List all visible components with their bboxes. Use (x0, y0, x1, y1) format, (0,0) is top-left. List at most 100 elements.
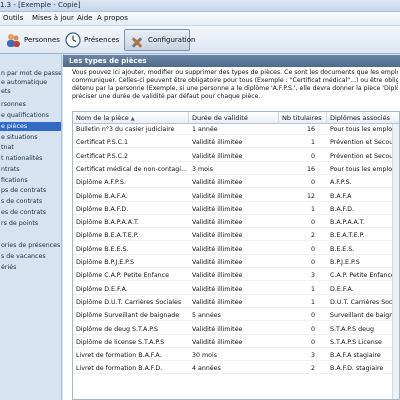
sidebar-item-automatique[interactable]: e automatique (0, 78, 61, 87)
cell-diplomas: B.P.J.E.P.S (330, 259, 360, 266)
cell-diplomas: S.T.A.P.S License (330, 338, 382, 346)
sidebar-item-s-contrats[interactable]: s de contrats (0, 197, 61, 206)
cell-diplomas: B.A.F.D. (330, 205, 354, 213)
cell-diplomas: D.E.F.A. (330, 285, 354, 293)
column-header-name-label: Nom de la pièce (76, 114, 129, 122)
sidebar-item-pieces[interactable]: e pièces (0, 122, 61, 131)
cell-validity: 4 années (192, 365, 221, 373)
sidebar-item-tnat[interactable]: tnat (0, 143, 61, 152)
cell-count: 1 (310, 285, 315, 293)
cell-validity: 3 mois (192, 165, 214, 173)
table-row[interactable]: Diplôme Surveillant de baignade 5 années 0… (73, 311, 399, 322)
cell-count: 0 (310, 219, 315, 227)
table-row[interactable]: Diplôme D.U.T. Carrières Sociales Validit… (73, 298, 399, 308)
cell-validity: Validité illimitée (192, 325, 243, 333)
configuration-label: Configuration (148, 36, 196, 44)
cell-diplomas: B.A.F.A (330, 192, 352, 200)
cell-name: Bulletin n°3 du casier judiciaire (76, 126, 175, 133)
configuration-button[interactable]: Configuration (124, 29, 195, 51)
column-header-name[interactable]: Nom de la pièce ▲ (73, 112, 189, 124)
table-row[interactable]: Certificat médical de non-contagi... 3 mo… (73, 165, 399, 175)
sidebar-item-contrats[interactable]: ntrats (0, 165, 61, 174)
table-row[interactable]: Bulletin n°3 du casier judiciaire 1 année… (73, 125, 399, 135)
sidebar-item-points[interactable]: rs de points (0, 219, 61, 228)
cell-validity: Validité illimitée (192, 205, 243, 213)
table-row[interactable]: Diplôme B.A.F.D. Validité illimitée 1 B.A.F… (73, 205, 399, 215)
cell-count: 3 (310, 352, 315, 360)
sidebar-item-vacances[interactable]: s de vacances (0, 252, 61, 261)
personnes-button[interactable]: Personnes (0, 29, 65, 51)
cell-name: Diplôme de license S.T.A.P.S (76, 338, 165, 346)
table-row[interactable]: Diplôme B.E.E.S. Validité illimitée 0 B.E.E… (73, 245, 399, 255)
cell-validity: 1 année (192, 126, 218, 133)
table-row[interactable]: Livret de formation B.A.F.D. 4 années 2 B.A… (73, 364, 399, 375)
cell-count: 2 (310, 365, 315, 373)
cell-validity: Validité illimitée (192, 285, 243, 293)
menu-bar: Outils Mises à jour Aide A propos (0, 12, 400, 26)
cell-count: 0 (310, 179, 315, 187)
description-line: communiquer. Celles-ci peuvent être obli… (72, 77, 398, 84)
table-row[interactable]: Diplôme B.A.P.A.A.T. Validité illimitée 0 B… (73, 218, 399, 229)
table-row[interactable]: Diplôme C.A.P. Petite Enfance Validité il… (73, 271, 399, 282)
sidebar-item-personnes[interactable]: rsonnes (0, 100, 61, 109)
cell-name: Diplôme Surveillant de baignade (76, 312, 180, 320)
cell-name: Diplôme B.A.F.D. (76, 205, 129, 213)
sidebar-item-types-contrats[interactable]: ps de contrats (0, 186, 61, 195)
cell-count: 16 (306, 165, 315, 173)
sidebar-item-blank (0, 230, 61, 239)
table-row[interactable]: Diplôme de deug S.T.A.P.S Validité illimi… (73, 325, 399, 335)
vertical-scrollbar[interactable] (392, 124, 399, 399)
description-line: préciser une durée de validité par défau… (72, 93, 261, 100)
column-header-validity[interactable]: Durée de validité (189, 112, 279, 124)
cell-name: Diplôme de deug S.T.A.P.S (76, 325, 159, 333)
table-row[interactable]: Certificat P.S.C.2 Validité illimitée 0 Pré… (73, 152, 399, 162)
menu-a-propos[interactable]: A propos (97, 14, 128, 22)
table-row[interactable]: Diplôme D.E.F.A. Validité illimitée 1 D.E.F… (73, 285, 399, 295)
cell-name: Certificat P.S.C.2 (76, 152, 129, 160)
sidebar-item-fications[interactable]: fications (0, 176, 61, 185)
table-row[interactable]: Diplôme B.E.A.T.E.P. Validité illimitée 2 B… (73, 231, 399, 242)
sidebar-item-ets[interactable]: ets (0, 87, 61, 96)
cell-validity: Validité illimitée (192, 338, 243, 346)
cell-name: Diplôme D.U.T. Carrières Sociales (76, 298, 182, 306)
table-row[interactable]: Diplôme B.P.J.E.P.S Validité illimitée 0 B.… (73, 258, 399, 268)
cell-diplomas: C.A.P. Petite Enfance (330, 272, 395, 280)
presences-label: Présences (84, 36, 120, 44)
cell-name: Diplôme B.P.J.E.P.S (76, 259, 134, 266)
sidebar-item-qualifications[interactable]: e qualifications (0, 111, 61, 120)
cell-diplomas: A.F.P.S. (330, 179, 352, 187)
cell-validity: Validité illimitée (192, 179, 243, 187)
cell-name: Diplôme B.E.E.S. (76, 245, 129, 253)
sidebar-item-situations[interactable]: e situations (0, 133, 61, 142)
table-row[interactable]: Certificat P.S.C.1 Validité illimitée 1 Pré… (73, 138, 399, 149)
main-panel: Les types de pièces Vous pouvez ici ajou… (63, 55, 400, 400)
cell-name: Certificat médical de non-contagi... (76, 165, 188, 173)
column-header-count[interactable]: Nb titulaires (279, 112, 327, 124)
cell-validity: 5 années (192, 312, 221, 320)
cell-validity: Validité illimitée (192, 192, 243, 200)
sidebar: n par mot de passe e automatique ets rso… (0, 55, 62, 400)
cell-count: 0 (310, 338, 315, 346)
sidebar-item-mot-de-passe[interactable]: n par mot de passe (0, 69, 61, 78)
clock-icon (65, 32, 81, 48)
sidebar-item-presences[interactable]: ories de présences (0, 241, 61, 250)
table-row[interactable]: Diplôme de license S.T.A.P.S Validité ill… (73, 338, 399, 348)
sidebar-item-es-contrats[interactable]: es de contrats (0, 208, 61, 217)
column-header-diplomas[interactable]: Diplômes associés (327, 112, 399, 124)
table-row[interactable]: Livret de formation B.A.F.A. 30 mois 3 B.A.… (73, 351, 399, 362)
table-row[interactable]: Diplôme A.F.P.S. Validité illimitée 0 A.F.P… (73, 178, 399, 189)
table-row[interactable]: Diplôme B.A.F.A. Validité illimitée 12 B.A.… (73, 192, 399, 202)
presences-button[interactable]: Présences (60, 29, 124, 51)
cell-diplomas: Pour tous les employés (330, 165, 397, 173)
menu-aide[interactable]: Aide (77, 14, 92, 22)
section-title: Les types de pièces (63, 55, 400, 67)
menu-outils[interactable]: Outils (3, 14, 23, 22)
menu-mises-a-jour[interactable]: Mises à jour (32, 14, 74, 22)
cell-diplomas: B.E.E.S. (330, 245, 355, 253)
description-line: Vous pouvez ici ajouter, modifier ou sup… (72, 69, 398, 76)
cell-count: 16 (306, 126, 315, 133)
sort-asc-icon: ▲ (130, 116, 135, 122)
cell-count: 1 (310, 139, 315, 147)
sidebar-item-feries[interactable]: ériés (0, 263, 61, 272)
sidebar-item-nationalites[interactable]: t nationalités (0, 154, 61, 163)
